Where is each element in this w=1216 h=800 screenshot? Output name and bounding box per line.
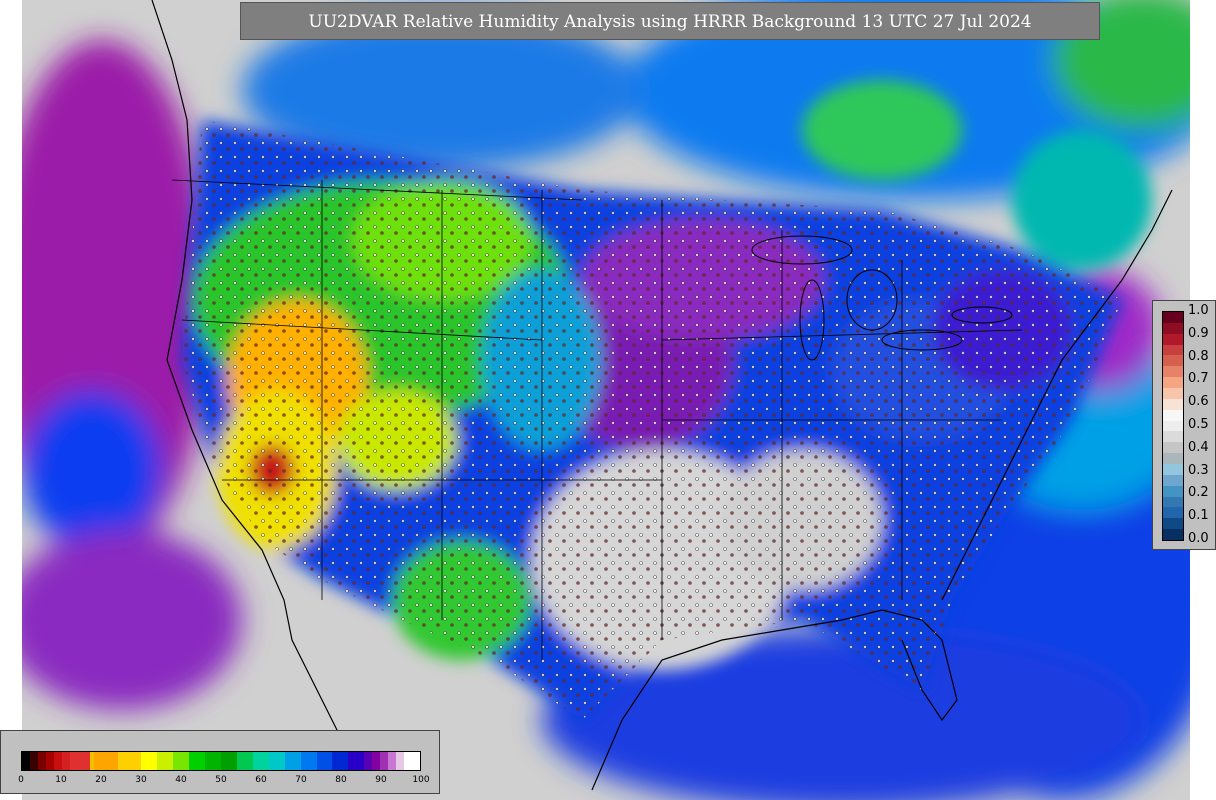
humidity-colorbar-segment — [300, 752, 318, 770]
humidity-colorbar-segment — [348, 752, 366, 770]
humidity-colorbar-tick: 90 — [375, 775, 387, 785]
observation-colorbar-tick: 0.8 — [1188, 348, 1209, 364]
humidity-colorbar-segment — [332, 752, 350, 770]
humidity-colorbar-segment — [189, 752, 207, 770]
observation-colorbar-segment — [1163, 529, 1183, 540]
humidity-colorbar-segment — [157, 752, 175, 770]
humidity-colorbar-tick: 100 — [412, 775, 430, 785]
humidity-colorbar-segment — [316, 752, 334, 770]
map-title: UU2DVAR Relative Humidity Analysis using… — [240, 2, 1100, 40]
observation-colorbar-tick: 0.6 — [1188, 394, 1209, 410]
observation-colorbar-tick: 0.0 — [1188, 531, 1209, 546]
humidity-colorbar-segment — [236, 752, 254, 770]
observation-colorbar-tick: 0.2 — [1188, 485, 1209, 501]
humidity-colorbar-segment — [268, 752, 286, 770]
humidity-colorbar-tick: 30 — [135, 775, 147, 785]
observation-colorbar-gradient — [1162, 311, 1184, 541]
observation-colorbar-tick: 0.4 — [1188, 439, 1209, 455]
observation-colorbar-tick: 0.7 — [1188, 371, 1209, 387]
humidity-colorbar-tick: 10 — [55, 775, 67, 785]
observation-colorbar-tick: 0.3 — [1188, 462, 1209, 478]
observation-colorbar-tick: 0.9 — [1188, 325, 1209, 341]
humidity-colorbar-segment — [117, 752, 143, 770]
humidity-colorbar-segment — [252, 752, 270, 770]
humidity-colorbar-segment — [173, 752, 191, 770]
humidity-colorbar-segment — [221, 752, 238, 770]
humidity-colorbar-tick: 0 — [18, 775, 24, 785]
observation-colorbar-tick: 0.1 — [1188, 508, 1209, 524]
humidity-colorbar-segment — [284, 752, 302, 770]
humidity-colorbar-tick: 80 — [335, 775, 347, 785]
humidity-colorbar-segment — [69, 752, 91, 770]
observation-colorbar-tick: 0.5 — [1188, 417, 1209, 432]
observation-colorbar-tick: 1.0 — [1188, 303, 1209, 318]
humidity-colorbar-segment — [404, 752, 420, 770]
humidity-map — [22, 0, 1190, 800]
humidity-colorbar-tick: 40 — [175, 775, 187, 785]
humidity-colorbar-tick: 60 — [255, 775, 267, 785]
humidity-colorbar-tick: 70 — [295, 775, 307, 785]
humidity-colorbar-tick: 50 — [215, 775, 227, 785]
humidity-colorbar-segment — [93, 752, 119, 770]
humidity-colorbar-tick: 20 — [95, 775, 107, 785]
humidity-colorbar-gradient — [21, 751, 421, 771]
humidity-colorbar-segment — [205, 752, 222, 770]
observation-colorbar: 1.0 0.9 0.8 0.7 0.6 0.5 0.4 0.3 0.2 0.1 0.0 — [1152, 300, 1216, 550]
humidity-colorbar: 0 10 20 30 40 50 60 70 80 90 100 — [0, 730, 440, 794]
humidity-colorbar-segment — [141, 752, 159, 770]
map-canvas — [22, 0, 1190, 800]
